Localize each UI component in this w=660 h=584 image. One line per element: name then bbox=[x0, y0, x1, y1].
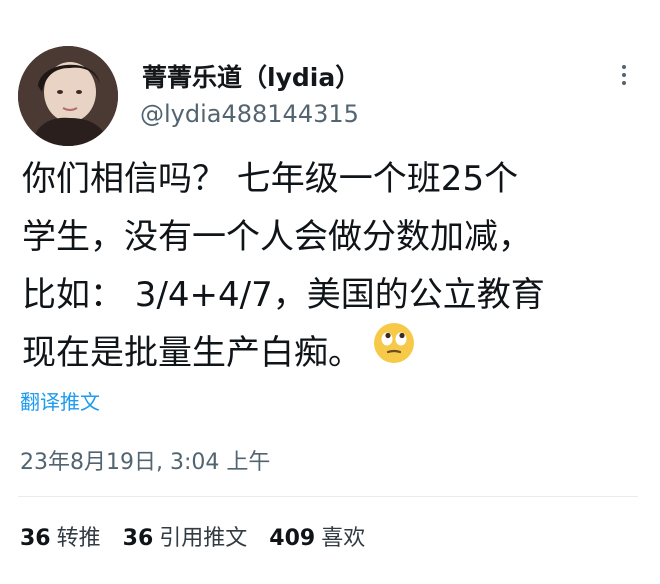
tweet-text-line: 比如： 3/4+4/7，美国的公立教育 bbox=[22, 275, 545, 315]
tweet-text-line-last: 现在是批量生产白痴。 bbox=[22, 321, 652, 383]
tweet-text-line: 你们相信吗？ 七年级一个班25个 bbox=[22, 159, 519, 199]
retweets-stat[interactable]: 36 转推 bbox=[20, 520, 101, 552]
likes-stat[interactable]: 409 喜欢 bbox=[269, 520, 365, 552]
likes-count: 409 bbox=[269, 526, 316, 551]
retweets-count: 36 bbox=[20, 526, 51, 551]
tweet-card: 菁菁乐道（lydia） @lydia488144315 你们相信吗？ 七年级一个… bbox=[0, 0, 660, 584]
tweet-text-line-content: 现在是批量生产白痴。 bbox=[22, 333, 362, 373]
tweet-text: 你们相信吗？ 七年级一个班25个 学生，没有一个人会做分数加减， 比如： 3/4… bbox=[22, 150, 652, 383]
divider bbox=[18, 496, 638, 497]
quotes-stat[interactable]: 36 引用推文 bbox=[123, 520, 248, 552]
avatar[interactable] bbox=[18, 46, 118, 146]
quotes-count: 36 bbox=[122, 526, 154, 551]
tweet-stats: 36 转推 36 引用推文 409 喜欢 bbox=[20, 520, 365, 552]
quotes-label: 引用推文 bbox=[159, 526, 248, 551]
tweet-text-line: 学生，没有一个人会做分数加减， bbox=[22, 217, 532, 257]
translate-tweet-link[interactable]: 翻译推文 bbox=[20, 386, 100, 415]
eye-roll-emoji-icon bbox=[372, 321, 416, 383]
more-options-icon[interactable] bbox=[612, 62, 636, 92]
author-display-name[interactable]: 菁菁乐道（lydia） bbox=[142, 58, 360, 94]
retweets-label: 转推 bbox=[56, 526, 101, 551]
avatar-image bbox=[18, 46, 118, 146]
likes-label: 喜欢 bbox=[321, 526, 366, 551]
tweet-timestamp[interactable]: 23年8月19日, 3:04 上午 bbox=[20, 444, 270, 476]
author-handle[interactable]: @lydia488144315 bbox=[140, 100, 359, 128]
